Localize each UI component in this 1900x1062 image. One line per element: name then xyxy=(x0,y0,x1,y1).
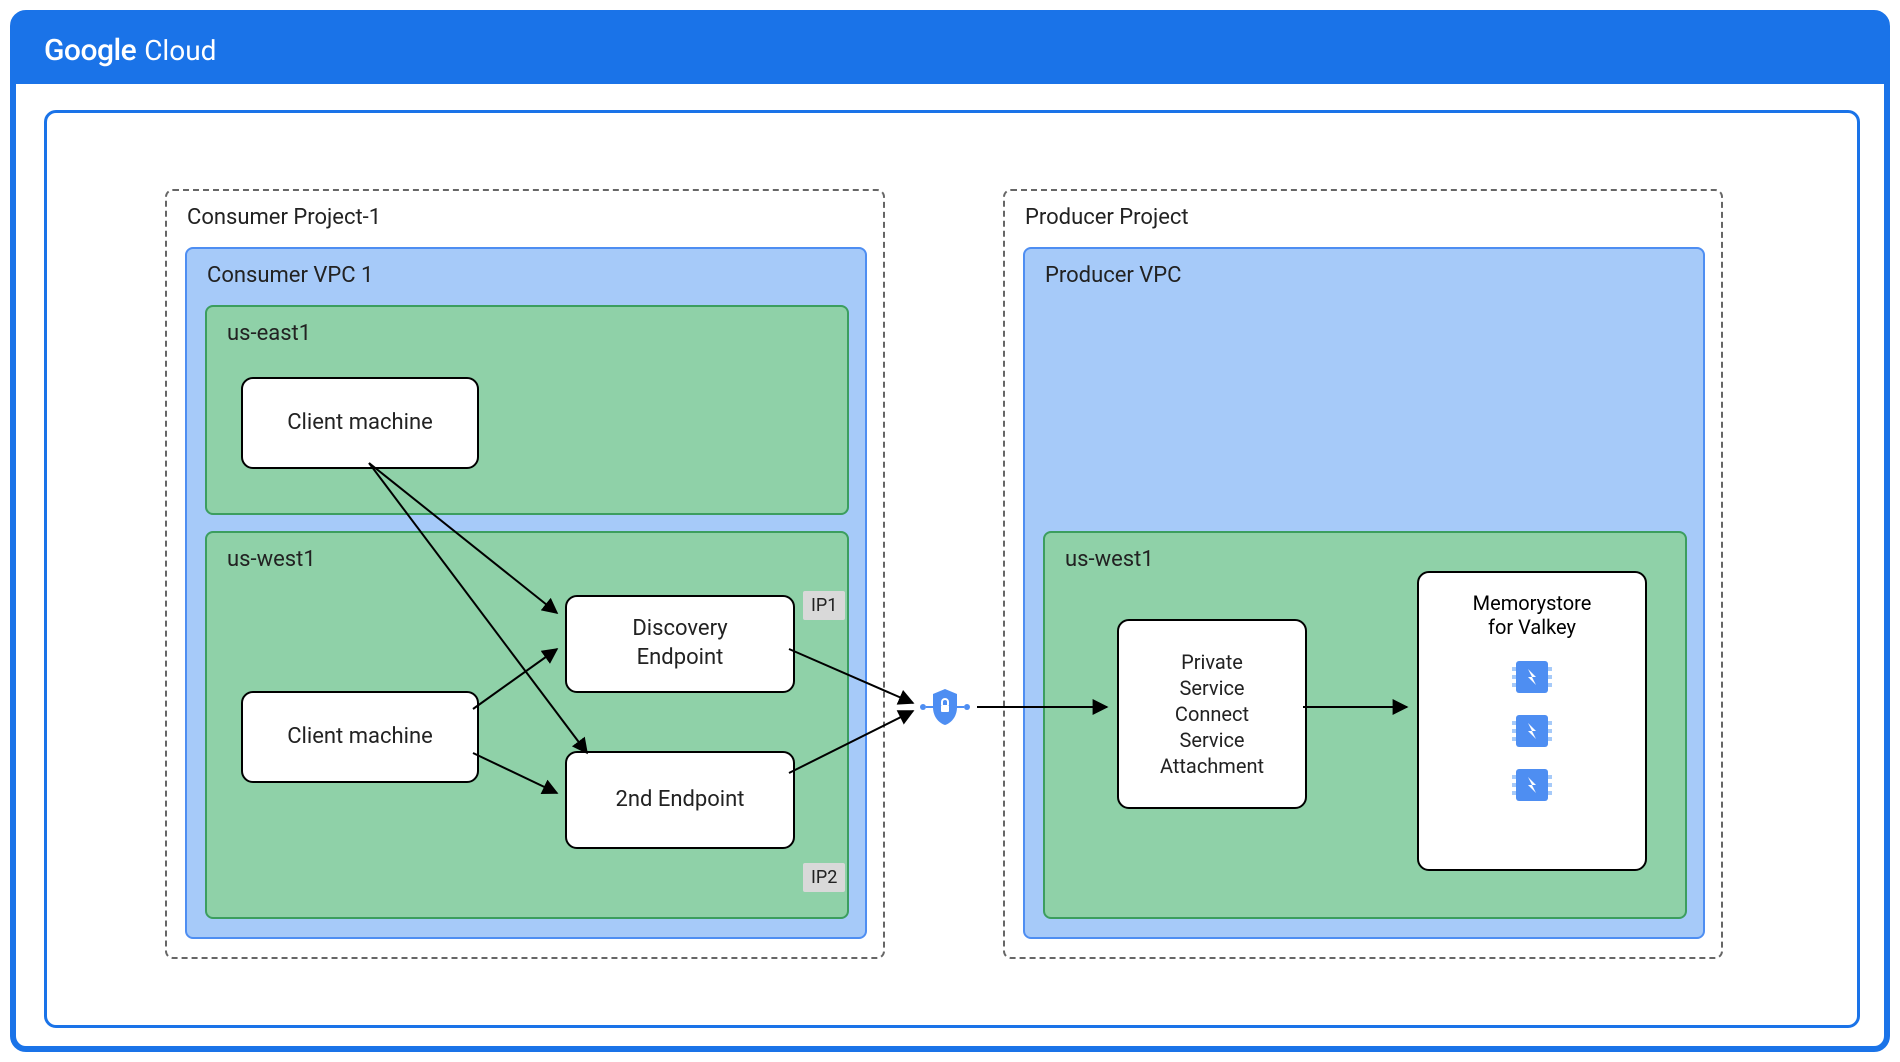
psc-attachment-label: Private Service Connect Service Attachme… xyxy=(1160,649,1264,779)
memorystore-valkey: Memorystore for Valkey xyxy=(1417,571,1647,871)
psc-service-attachment: Private Service Connect Service Attachme… xyxy=(1117,619,1307,809)
client-machine-east-label: Client machine xyxy=(287,409,433,438)
client-machine-east: Client machine xyxy=(241,377,479,469)
region-us-west1-consumer-label: us-west1 xyxy=(227,547,316,572)
consumer-vpc-label: Consumer VPC 1 xyxy=(207,263,373,288)
brand-cloud: Cloud xyxy=(144,34,216,67)
valkey-node-icon xyxy=(1508,655,1556,699)
second-endpoint: 2nd Endpoint xyxy=(565,751,795,849)
valkey-node-icon xyxy=(1508,763,1556,807)
producer-vpc: Producer VPC us-west1 Private Service Co… xyxy=(1023,247,1705,939)
region-us-east1-label: us-east1 xyxy=(227,321,311,346)
consumer-vpc: Consumer VPC 1 us-east1 Client machine u… xyxy=(185,247,867,939)
client-machine-west-label: Client machine xyxy=(287,723,433,752)
ip2-chip: IP2 xyxy=(803,863,845,892)
outer-frame: Google Cloud Consumer Project-1 Consumer… xyxy=(10,10,1890,1052)
valkey-node-icon xyxy=(1508,709,1556,753)
producer-project-label: Producer Project xyxy=(1025,205,1189,230)
second-endpoint-label: 2nd Endpoint xyxy=(615,786,744,815)
memorystore-label: Memorystore for Valkey xyxy=(1419,591,1645,639)
region-us-east1: us-east1 Client machine xyxy=(205,305,849,515)
region-us-west1-producer-label: us-west1 xyxy=(1065,547,1154,572)
region-us-west1-producer: us-west1 Private Service Connect Service… xyxy=(1043,531,1687,919)
brand-google: Google xyxy=(44,33,136,68)
ip1-chip: IP1 xyxy=(803,591,845,620)
producer-project: Producer Project Producer VPC us-west1 P… xyxy=(1003,189,1723,959)
header: Google Cloud xyxy=(16,16,1884,84)
psc-shield-icon xyxy=(917,685,973,729)
consumer-project: Consumer Project-1 Consumer VPC 1 us-eas… xyxy=(165,189,885,959)
producer-vpc-label: Producer VPC xyxy=(1045,263,1182,288)
inner-frame: Consumer Project-1 Consumer VPC 1 us-eas… xyxy=(44,110,1860,1028)
ip2-label: IP2 xyxy=(811,867,837,888)
diagram-canvas: Consumer Project-1 Consumer VPC 1 us-eas… xyxy=(47,113,1857,1025)
discovery-endpoint-label: Discovery Endpoint xyxy=(632,615,727,672)
ip1-label: IP1 xyxy=(811,595,837,616)
client-machine-west: Client machine xyxy=(241,691,479,783)
consumer-project-label: Consumer Project-1 xyxy=(187,205,381,230)
region-us-west1-consumer: us-west1 Client machine Discovery Endpoi… xyxy=(205,531,849,919)
discovery-endpoint: Discovery Endpoint xyxy=(565,595,795,693)
